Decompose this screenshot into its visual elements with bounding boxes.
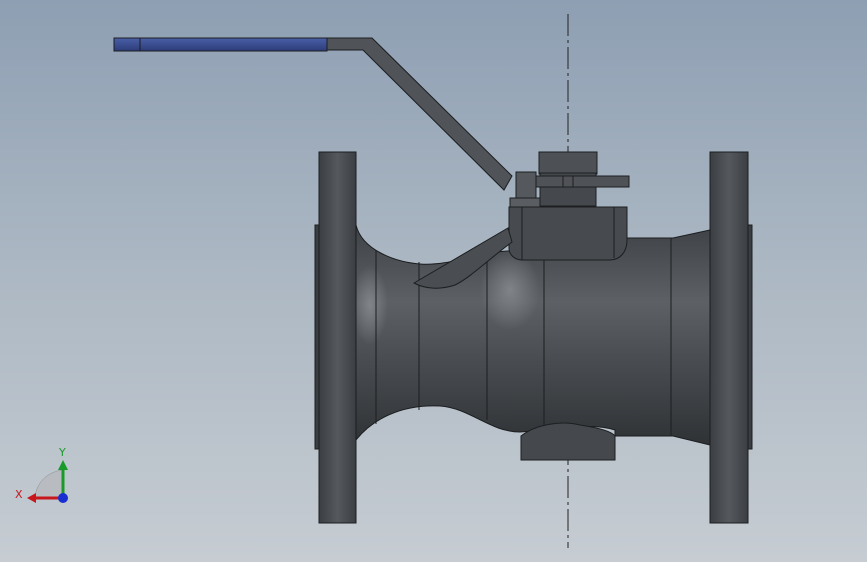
right-flange[interactable] <box>709 151 753 524</box>
ball-valve-model[interactable]: X Y <box>0 0 867 562</box>
coordinate-triad[interactable]: X Y <box>15 446 68 503</box>
triad-y-label: Y <box>58 446 66 459</box>
lever-handle[interactable] <box>113 37 513 289</box>
bottom-boss[interactable] <box>520 422 616 461</box>
body-highlight <box>352 265 388 345</box>
triad-x-arrow <box>27 493 36 503</box>
triad-z-axis <box>58 493 68 503</box>
graphics-viewport[interactable]: X Y <box>0 0 867 562</box>
handle-grip[interactable] <box>113 37 328 52</box>
triad-x-label: X <box>15 488 23 501</box>
stem-assembly[interactable] <box>508 151 630 261</box>
body-highlight <box>480 250 540 330</box>
triad-xy-plane <box>34 469 63 499</box>
triad-y-arrow <box>58 460 68 470</box>
left-flange[interactable] <box>314 151 357 524</box>
